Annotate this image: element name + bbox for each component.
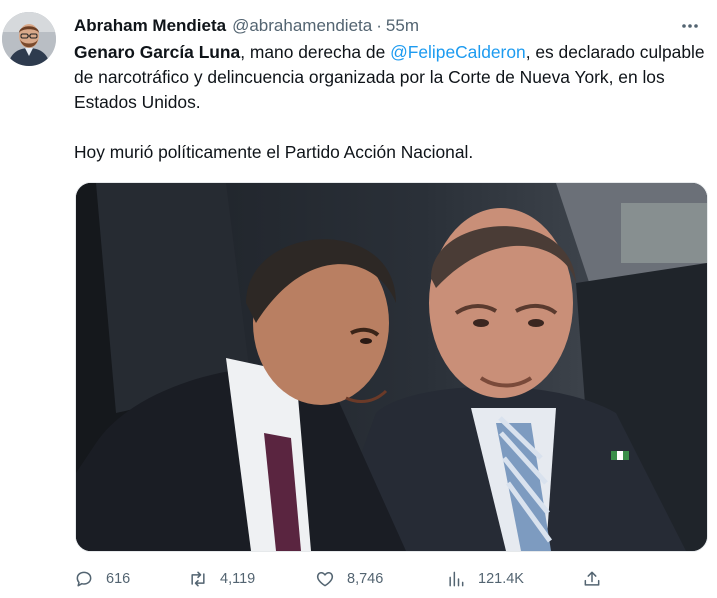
avatar[interactable] (2, 12, 56, 66)
more-button[interactable] (675, 12, 705, 40)
like-count: 8,746 (347, 571, 384, 587)
tweet[interactable]: Abraham Mendieta @abrahamendieta · 55m G… (0, 0, 717, 598)
tweet-timestamp[interactable]: 55m (386, 16, 419, 36)
mention-link[interactable]: @FelipeCalderon (390, 42, 526, 62)
tweet-text-part-1: , mano derecha de (240, 42, 391, 62)
tweet-actions: 616 4,119 8,746 121.4K (74, 564, 634, 594)
tweet-photo[interactable] (75, 182, 708, 552)
views-button[interactable]: 121.4K (446, 564, 524, 594)
heart-icon (316, 572, 334, 587)
views-count: 121.4K (478, 571, 524, 587)
share-icon (584, 571, 600, 586)
retweet-button[interactable]: 4,119 (188, 564, 255, 594)
tweet-paragraph-2: Hoy murió políticamente el Partido Acció… (74, 142, 474, 162)
retweet-icon (191, 571, 205, 587)
more-icon (682, 24, 698, 28)
photo-image (76, 183, 707, 551)
tweet-header: Abraham Mendieta @abrahamendieta · 55m (74, 14, 705, 38)
reply-icon (76, 571, 92, 587)
reply-count: 616 (106, 571, 131, 587)
reply-button[interactable]: 616 (74, 564, 130, 594)
avatar-image (2, 12, 56, 66)
views-icon (449, 571, 464, 587)
like-button[interactable]: 8,746 (315, 564, 383, 594)
share-button[interactable] (582, 564, 614, 594)
author-handle[interactable]: @abrahamendieta (232, 16, 372, 36)
author-name[interactable]: Abraham Mendieta (74, 16, 226, 36)
tweet-paragraph-1: Genaro García Luna, mano derecha de @Fel… (74, 40, 706, 115)
retweet-count: 4,119 (220, 571, 256, 587)
tweet-text: Genaro García Luna, mano derecha de @Fel… (74, 40, 706, 165)
tweet-bold-name: Genaro García Luna (74, 42, 241, 62)
separator-dot: · (376, 16, 382, 35)
